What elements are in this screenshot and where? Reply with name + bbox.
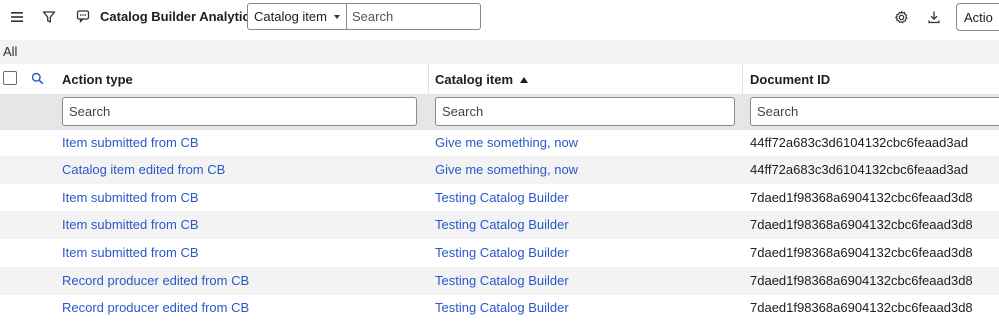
action-type-link[interactable]: Item submitted from CB	[62, 245, 199, 260]
search-field-select[interactable]: Catalog item	[247, 3, 347, 30]
action-type-link[interactable]: Record producer edited from CB	[62, 300, 249, 315]
table-row: Record producer edited from CB Testing C…	[0, 267, 999, 295]
list-toolbar: Catalog Builder Analytics Catalog item A…	[0, 0, 999, 35]
document-id-value: 7daed1f98368a6904132cbc6feaad3d8	[750, 300, 973, 315]
document-id-search-input[interactable]	[750, 97, 999, 126]
column-divider[interactable]	[428, 64, 429, 94]
column-header-label: Action type	[62, 72, 133, 87]
actions-button[interactable]: Actio	[956, 3, 999, 31]
chevron-down-icon	[334, 15, 340, 19]
magnifier-icon[interactable]	[27, 68, 47, 88]
column-header-row: Action type Catalog item Document ID	[0, 64, 999, 94]
funnel-icon[interactable]	[39, 7, 59, 27]
column-header-action-type[interactable]: Action type	[62, 72, 133, 87]
list-title: Catalog Builder Analytics	[100, 9, 257, 24]
document-id-value: 44ff72a683c3d6104132cbc6feaad3ad	[750, 135, 969, 150]
download-icon[interactable]	[924, 7, 944, 27]
document-id-value: 7daed1f98368a6904132cbc6feaad3d8	[750, 245, 973, 260]
breadcrumb-bar: All	[0, 40, 999, 64]
actions-button-label: Actio	[964, 9, 993, 25]
action-type-search-input[interactable]	[62, 97, 417, 126]
column-divider[interactable]	[742, 64, 743, 94]
catalog-item-link[interactable]: Testing Catalog Builder	[435, 190, 569, 205]
search-field-select-value: Catalog item	[254, 9, 327, 24]
column-header-label: Document ID	[750, 72, 831, 87]
catalog-item-link[interactable]: Give me something, now	[435, 135, 578, 150]
document-id-value: 44ff72a683c3d6104132cbc6feaad3ad	[750, 162, 969, 177]
action-type-link[interactable]: Catalog item edited from CB	[62, 162, 225, 177]
catalog-item-link[interactable]: Give me something, now	[435, 162, 578, 177]
table-row: Item submitted from CB Testing Catalog B…	[0, 239, 999, 267]
table-row: Item submitted from CB Testing Catalog B…	[0, 184, 999, 212]
hamburger-menu-icon[interactable]	[7, 7, 27, 27]
sort-ascending-icon	[520, 76, 529, 83]
select-all-checkbox[interactable]	[3, 71, 17, 85]
catalog-item-link[interactable]: Testing Catalog Builder	[435, 217, 569, 232]
action-type-link[interactable]: Item submitted from CB	[62, 217, 199, 232]
column-header-catalog-item[interactable]: Catalog item	[435, 72, 529, 87]
action-type-link[interactable]: Item submitted from CB	[62, 135, 199, 150]
document-id-value: 7daed1f98368a6904132cbc6feaad3d8	[750, 190, 973, 205]
catalog-item-link[interactable]: Testing Catalog Builder	[435, 273, 569, 288]
breadcrumb-all[interactable]: All	[3, 44, 17, 59]
context-menu-icon[interactable]	[73, 6, 93, 26]
table-row: Item submitted from CB Give me something…	[0, 129, 999, 157]
action-type-link[interactable]: Item submitted from CB	[62, 190, 199, 205]
column-header-label: Catalog item	[435, 72, 514, 87]
catalog-item-link[interactable]: Testing Catalog Builder	[435, 245, 569, 260]
column-search-row	[0, 94, 999, 130]
table-row: Item submitted from CB Testing Catalog B…	[0, 211, 999, 239]
gear-icon[interactable]	[891, 7, 911, 27]
list-search-input[interactable]	[346, 3, 481, 30]
catalog-item-link[interactable]: Testing Catalog Builder	[435, 300, 569, 315]
table-row: Catalog item edited from CB Give me some…	[0, 156, 999, 184]
action-type-link[interactable]: Record producer edited from CB	[62, 273, 249, 288]
table-row: Record producer edited from CB Testing C…	[0, 294, 999, 322]
document-id-value: 7daed1f98368a6904132cbc6feaad3d8	[750, 217, 973, 232]
column-header-document-id[interactable]: Document ID	[750, 72, 830, 87]
document-id-value: 7daed1f98368a6904132cbc6feaad3d8	[750, 273, 973, 288]
catalog-item-search-input[interactable]	[435, 97, 735, 126]
